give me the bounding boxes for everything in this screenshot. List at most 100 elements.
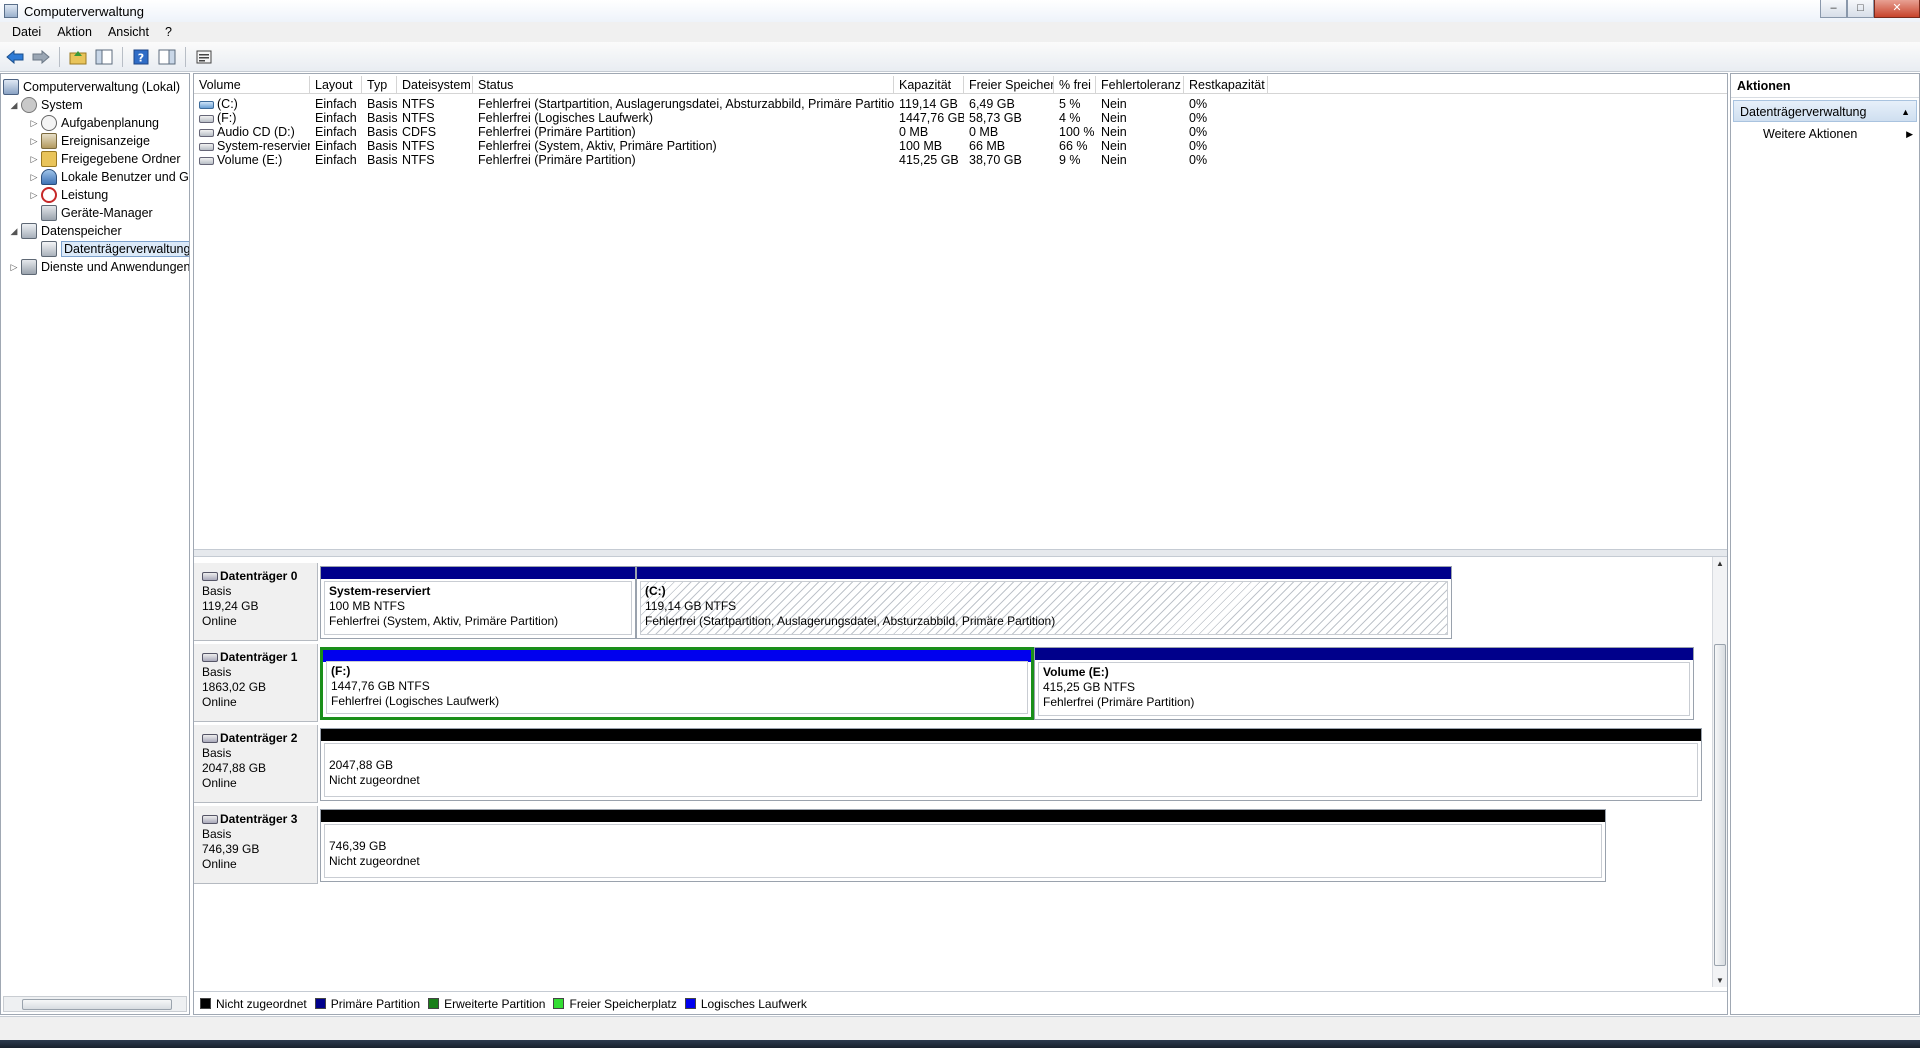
expand-arrow-icon[interactable]: ▷ (9, 262, 19, 273)
disk-info[interactable]: Datenträger 3 Basis 746,39 GB Online (194, 806, 318, 884)
drive-icon (199, 128, 214, 137)
computer-icon (3, 79, 19, 95)
partition-type-bar (637, 567, 1451, 579)
back-arrow-icon[interactable] (4, 46, 26, 68)
scroll-down-arrow-icon[interactable]: ▼ (1716, 976, 1724, 985)
partition-unallocated[interactable]: 2047,88 GB Nicht zugeordnet (320, 728, 1702, 801)
actions-header: Aktionen (1731, 74, 1919, 98)
column-header-status[interactable]: Status (473, 76, 894, 94)
column-header-typ[interactable]: Typ (362, 76, 397, 94)
disk-name: Datenträger 1 (220, 650, 298, 664)
toolbar-separator (59, 46, 60, 67)
partition-type-bar (321, 810, 1605, 822)
disk-info[interactable]: Datenträger 0 Basis 119,24 GB Online (194, 563, 318, 641)
collapse-arrow-icon[interactable]: ◢ (9, 100, 19, 111)
partition-f[interactable]: (F:) 1447,76 GB NTFS Fehlerfrei (Logisch… (320, 647, 1034, 720)
tree-horizontal-scrollbar[interactable] (3, 996, 187, 1012)
column-header-fehlertoleranz[interactable]: Fehlertoleranz (1096, 76, 1184, 94)
disk-size: 1863,02 GB (202, 680, 267, 694)
column-header-freier-speicher[interactable]: Freier Speicher (964, 76, 1054, 94)
disk-vertical-scrollbar[interactable]: ▲ ▼ (1712, 557, 1727, 987)
disk-row: Datenträger 1 Basis 1863,02 GB Online (F… (194, 644, 1710, 724)
show-hide-tree-icon[interactable] (93, 46, 115, 68)
partition-system-reserved[interactable]: System-reserviert 100 MB NTFS Fehlerfrei… (320, 566, 636, 639)
title-bar: Computerverwaltung – □ ✕ (0, 0, 1920, 22)
column-header-prozent-frei[interactable]: % frei (1054, 76, 1096, 94)
partition-type-bar (321, 567, 635, 579)
tree-item-system[interactable]: ◢ System (9, 96, 83, 114)
collapse-arrow-icon[interactable]: ◢ (9, 226, 19, 237)
cell-fehlertoleranz: Nein (1101, 153, 1127, 167)
disk-row: Datenträger 2 Basis 2047,88 GB Online 20… (194, 725, 1710, 805)
column-header-restkapazitaet[interactable]: Restkapazität (1184, 76, 1268, 94)
tree-item-geraete-manager[interactable]: Geräte-Manager (41, 204, 153, 222)
expand-arrow-icon[interactable]: ▷ (29, 190, 39, 201)
scrollbar-thumb[interactable] (1714, 644, 1726, 966)
expand-arrow-icon[interactable]: ▷ (29, 172, 39, 183)
tree-item-aufgabenplanung[interactable]: ▷ Aufgabenplanung (29, 114, 159, 132)
column-header-dateisystem[interactable]: Dateisystem (397, 76, 473, 94)
drive-icon (199, 142, 214, 151)
tree-item-lokale-benutzer[interactable]: ▷ Lokale Benutzer und Gr (29, 168, 189, 186)
submenu-arrow-icon: ▶ (1906, 129, 1913, 139)
expand-arrow-icon[interactable]: ▷ (29, 154, 39, 165)
up-folder-icon[interactable] (67, 46, 89, 68)
tree-item-dienste[interactable]: ▷ Dienste und Anwendungen (9, 258, 189, 276)
services-icon (21, 259, 37, 275)
forward-arrow-icon[interactable] (30, 46, 52, 68)
disk-size: 746,39 GB (202, 842, 260, 856)
help-icon[interactable]: ? (130, 46, 152, 68)
column-header-volume[interactable]: Volume (194, 76, 310, 94)
collapse-caret-icon[interactable]: ▲ (1901, 101, 1910, 123)
legend-swatch (200, 998, 211, 1009)
cell-dateisystem: NTFS (402, 153, 435, 167)
partition-unallocated[interactable]: 746,39 GB Nicht zugeordnet (320, 809, 1606, 882)
disk-info[interactable]: Datenträger 2 Basis 2047,88 GB Online (194, 725, 318, 803)
tree-item-root[interactable]: Computerverwaltung (Lokal) (3, 78, 180, 96)
close-button[interactable]: ✕ (1874, 0, 1920, 18)
partition-c[interactable]: (C:) 119,14 GB NTFS Fehlerfrei (Startpar… (636, 566, 1452, 639)
disk-icon (202, 653, 218, 662)
disk-type: Basis (202, 827, 232, 841)
legend-item: Nicht zugeordnet (200, 997, 307, 1011)
disk-size: 2047,88 GB (202, 761, 267, 775)
volume-table-header: Volume Layout Typ Dateisystem Status Kap… (194, 76, 1727, 94)
disk-info[interactable]: Datenträger 1 Basis 1863,02 GB Online (194, 644, 318, 722)
menu-aktion[interactable]: Aktion (49, 25, 100, 39)
expand-arrow-icon[interactable]: ▷ (29, 118, 39, 129)
scroll-up-arrow-icon[interactable]: ▲ (1716, 559, 1724, 568)
volume-name: (F:) (217, 111, 237, 125)
tree-item-freigegebene-ordner[interactable]: ▷ Freigegebene Ordner (29, 150, 181, 168)
tree-item-datentraegerverwaltung[interactable]: Datenträgerverwaltung (41, 240, 189, 258)
more-actions-item[interactable]: Weitere Aktionen ▶ (1731, 122, 1919, 146)
column-header-kapazitaet[interactable]: Kapazität (894, 76, 964, 94)
actions-section-disk-management[interactable]: Datenträgerverwaltung ▲ (1733, 100, 1917, 122)
scrollbar-thumb[interactable] (22, 999, 172, 1010)
menu-ansicht[interactable]: Ansicht (100, 25, 157, 39)
status-bar (0, 1016, 1920, 1040)
expand-arrow-icon[interactable]: ▷ (29, 136, 39, 147)
disk-icon (202, 734, 218, 743)
tree-item-leistung[interactable]: ▷ Leistung (29, 186, 108, 204)
volume-table-row[interactable]: Volume (E:) Einfach Basis NTFS Fehlerfrei (P… (194, 152, 1727, 169)
disk-state: Online (202, 614, 237, 628)
tree-item-datenspeicher[interactable]: ◢ Datenspeicher (9, 222, 122, 240)
tree-item-ereignisanzeige[interactable]: ▷ Ereignisanzeige (29, 132, 150, 150)
show-hide-action-pane-icon[interactable] (156, 46, 178, 68)
cell-layout: Einfach (315, 153, 357, 167)
disk-name: Datenträger 0 (220, 569, 298, 583)
actions-pane: Aktionen Datenträgerverwaltung ▲ Weitere… (1730, 73, 1920, 1015)
minimize-button[interactable]: – (1820, 0, 1847, 18)
maximize-button[interactable]: □ (1847, 0, 1874, 18)
menu-datei[interactable]: Datei (4, 25, 49, 39)
taskbar (0, 1040, 1920, 1048)
disk-size: 119,24 GB (202, 599, 259, 613)
partition-e[interactable]: Volume (E:) 415,25 GB NTFS Fehlerfrei (P… (1034, 647, 1694, 720)
disk-icon (202, 815, 218, 824)
properties-icon[interactable] (193, 46, 215, 68)
pane-splitter[interactable] (194, 549, 1727, 557)
menu-help[interactable]: ? (157, 25, 180, 39)
drive-icon (199, 156, 214, 165)
disk-type: Basis (202, 746, 232, 760)
column-header-layout[interactable]: Layout (310, 76, 362, 94)
